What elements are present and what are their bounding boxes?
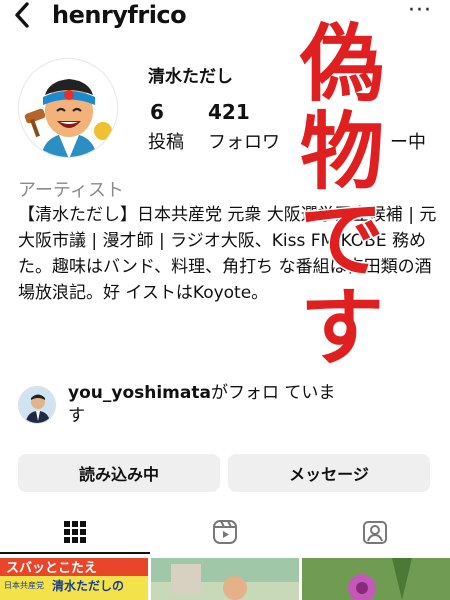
profile-display-name: 清水ただし bbox=[148, 67, 233, 87]
following-label[interactable]: ー中 bbox=[390, 128, 426, 154]
posts-count[interactable]: 6 bbox=[150, 100, 164, 124]
follower-avatar bbox=[18, 386, 56, 424]
followed-by-row[interactable]: you_yoshimataがフォロ ていま す bbox=[18, 380, 438, 434]
active-tab-indicator bbox=[0, 552, 150, 554]
more-options-button[interactable]: ··· bbox=[408, 0, 432, 22]
overlay-char: 物 bbox=[299, 103, 386, 201]
follower-username[interactable]: you_yoshimata bbox=[68, 383, 211, 403]
post-thumbnail[interactable] bbox=[151, 558, 299, 600]
tab-tagged[interactable] bbox=[300, 510, 450, 554]
post-thumbnail[interactable]: スバッとこたえ 日本共産党 清水ただしの bbox=[0, 558, 148, 600]
overlay-char: 偽 bbox=[299, 15, 386, 113]
warning-overlay: 偽 物 で す bbox=[299, 15, 386, 377]
tagged-icon bbox=[363, 521, 387, 544]
grid-icon bbox=[64, 521, 86, 543]
overlay-char: で bbox=[299, 191, 386, 289]
post-thumbnail[interactable] bbox=[302, 558, 450, 600]
posts-label[interactable]: 投稿 bbox=[148, 128, 184, 154]
thumb-party-text: 日本共産党 bbox=[4, 580, 44, 590]
followed-by-text: you_yoshimataがフォロ ていま す bbox=[68, 382, 438, 428]
followed-by-line2: す bbox=[68, 406, 85, 426]
tab-reels[interactable] bbox=[150, 510, 300, 554]
followers-label[interactable]: フォロワ bbox=[208, 128, 280, 154]
loading-button[interactable]: 読み込み中 bbox=[18, 454, 220, 492]
thumb-title-text: スバッとこたえ bbox=[6, 561, 97, 576]
profile-category: アーティスト bbox=[18, 180, 124, 201]
followers-count[interactable]: 421 bbox=[208, 100, 250, 124]
tab-posts-grid[interactable] bbox=[0, 510, 150, 554]
back-button[interactable] bbox=[6, 0, 38, 30]
reels-icon bbox=[213, 520, 237, 544]
profile-avatar[interactable] bbox=[18, 58, 118, 158]
thumb-name-text: 清水ただしの bbox=[52, 578, 124, 593]
followed-by-suffix: がフォロ ていま bbox=[210, 383, 336, 403]
message-button[interactable]: メッセージ bbox=[228, 454, 430, 492]
overlay-char: す bbox=[299, 279, 386, 377]
profile-username: henryfrico bbox=[52, 1, 187, 29]
chevron-left-icon bbox=[15, 2, 29, 28]
